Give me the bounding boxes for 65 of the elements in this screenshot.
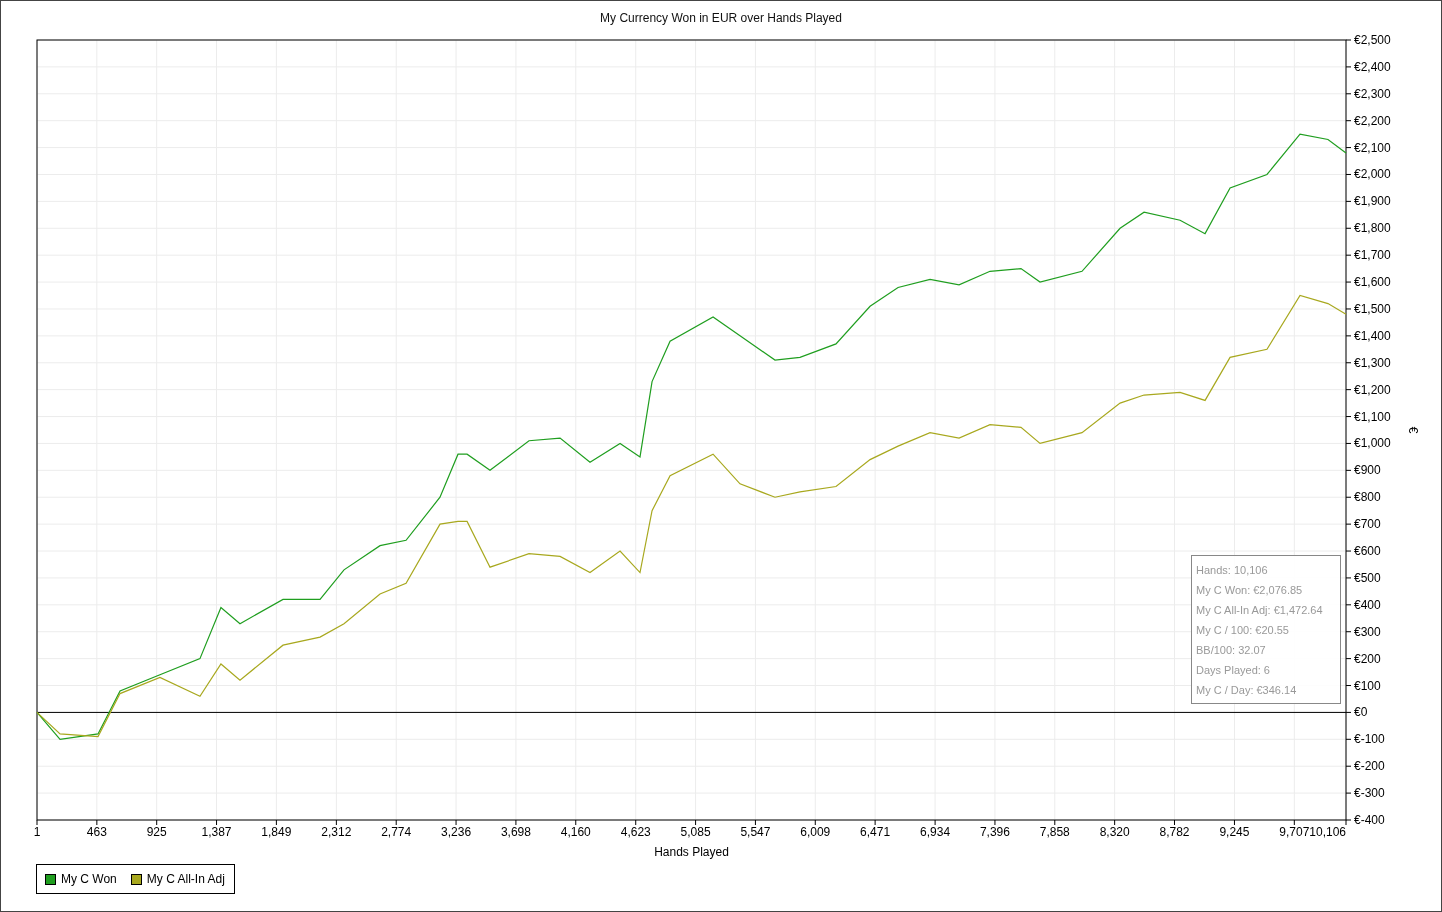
y-tick-label: €0 xyxy=(1354,705,1368,720)
x-tick-label: 3,698 xyxy=(500,825,531,839)
x-tick-label: 6,471 xyxy=(860,825,891,839)
x-tick-label: 9,707 xyxy=(1279,825,1310,839)
stat-line: My C Won: €2,076.85 xyxy=(1196,583,1303,598)
y-tick-label: €100 xyxy=(1354,678,1381,693)
y-tick-label: €800 xyxy=(1354,490,1381,505)
x-tick-label: 5,547 xyxy=(740,825,771,839)
y-tick-label: €2,200 xyxy=(1354,113,1391,128)
stat-line: BB/100: 32.07 xyxy=(1196,643,1266,658)
legend-label: My C Won xyxy=(61,872,117,886)
stat-line: My C All-In Adj: €1,472.64 xyxy=(1196,603,1323,618)
y-tick-label: €300 xyxy=(1354,624,1381,639)
y-tick-label: €2,400 xyxy=(1354,59,1391,74)
y-tick-label: €1,600 xyxy=(1354,275,1391,290)
y-tick-label: €-400 xyxy=(1354,813,1385,827)
stat-line: My C / Day: €346.14 xyxy=(1196,683,1297,698)
x-tick-label: 2,312 xyxy=(321,825,352,839)
y-tick-label: €2,500 xyxy=(1354,34,1391,47)
y-tick-label: €-200 xyxy=(1354,759,1385,774)
x-axis-label: Hands Played xyxy=(654,845,729,859)
x-tick-label: 1,849 xyxy=(261,825,292,839)
y-tick-label: €2,000 xyxy=(1354,167,1391,182)
y-tick-label: €200 xyxy=(1354,651,1381,666)
y-tick-label: €2,300 xyxy=(1354,86,1391,101)
stat-line: Days Played: 6 xyxy=(1196,663,1270,678)
x-tick-label: 9,245 xyxy=(1219,825,1250,839)
chart-title: My Currency Won in EUR over Hands Played xyxy=(599,9,843,27)
y-tick-label: €400 xyxy=(1354,597,1381,612)
y-axis-label: € xyxy=(1406,426,1420,434)
y-tick-label: €2,100 xyxy=(1354,140,1391,155)
y-tick-label: €1,800 xyxy=(1354,221,1391,236)
y-tick-label: €1,000 xyxy=(1354,436,1391,451)
x-tick-label: 10,106 xyxy=(1309,825,1346,839)
y-tick-label: €700 xyxy=(1354,517,1381,532)
y-tick-label: €1,200 xyxy=(1354,382,1391,397)
stat-line: Hands: 10,106 xyxy=(1196,563,1268,578)
x-tick-label: 3,236 xyxy=(441,825,472,839)
y-tick-label: €-100 xyxy=(1354,732,1385,747)
stat-line: My C / 100: €20.55 xyxy=(1196,623,1289,638)
y-tick-label: €1,700 xyxy=(1354,248,1391,263)
x-tick-label: 1 xyxy=(33,825,41,839)
x-tick-label: 8,320 xyxy=(1099,825,1130,839)
x-tick-label: 8,782 xyxy=(1159,825,1190,839)
x-tick-label: 4,623 xyxy=(620,825,651,839)
y-tick-label: €1,500 xyxy=(1354,301,1391,316)
x-tick-label: 2,774 xyxy=(381,825,412,839)
y-tick-label: €1,100 xyxy=(1354,409,1391,424)
y-tick-label: €1,400 xyxy=(1354,328,1391,343)
y-tick-label: €500 xyxy=(1354,570,1381,585)
x-tick-label: 5,085 xyxy=(680,825,711,839)
x-tick-label: 7,396 xyxy=(979,825,1010,839)
y-tick-label: €600 xyxy=(1354,544,1381,559)
x-tick-label: 4,160 xyxy=(560,825,591,839)
x-tick-label: 1,387 xyxy=(201,825,232,839)
y-tick-label: €1,900 xyxy=(1354,194,1391,209)
legend-label: My C All-In Adj xyxy=(146,872,225,886)
x-tick-label: 6,009 xyxy=(800,825,831,839)
x-tick-label: 463 xyxy=(86,825,107,839)
y-tick-label: €1,300 xyxy=(1354,355,1391,370)
y-tick-label: €900 xyxy=(1354,463,1381,478)
x-tick-label: 7,858 xyxy=(1039,825,1070,839)
x-tick-label: 6,934 xyxy=(920,825,951,839)
x-tick-label: 925 xyxy=(146,825,167,839)
y-tick-label: €-300 xyxy=(1354,786,1385,801)
